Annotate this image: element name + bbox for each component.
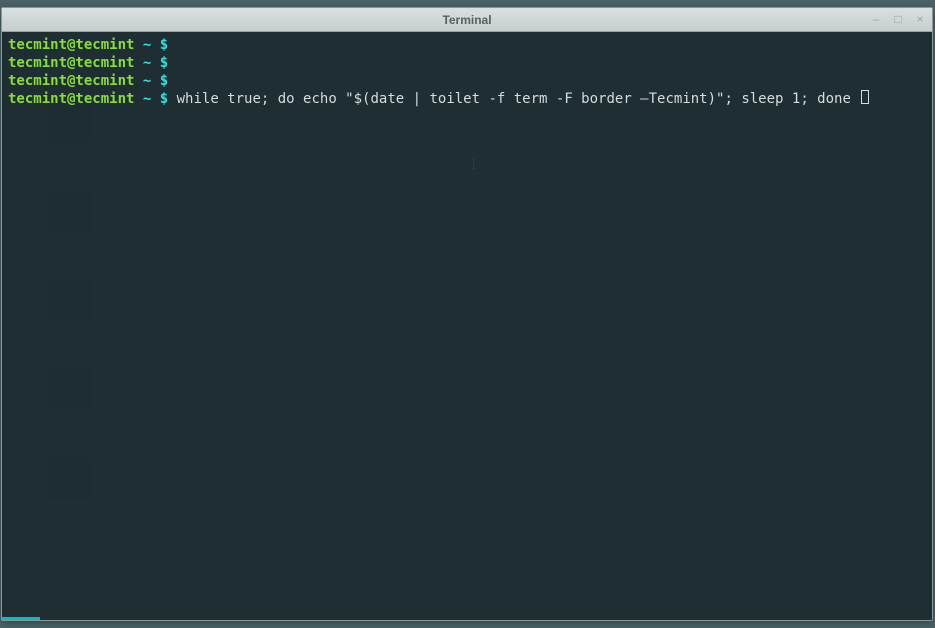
- accent-bar: [2, 617, 40, 620]
- prompt-tilde: ~: [134, 54, 159, 72]
- terminal-window[interactable]: Terminal – □ × tecmint@tecmint ~ $ tecmi…: [1, 7, 933, 621]
- minimize-button[interactable]: –: [868, 11, 884, 27]
- terminal-body[interactable]: tecmint@tecmint ~ $ tecmint@tecmint ~ $ …: [2, 32, 932, 620]
- close-button[interactable]: ×: [912, 11, 928, 27]
- prompt-user-host: tecmint@tecmint: [8, 36, 134, 54]
- prompt-user-host: tecmint@tecmint: [8, 54, 134, 72]
- prompt-user-host: tecmint@tecmint: [8, 90, 134, 108]
- prompt-line: tecmint@tecmint ~ $ while true; do echo …: [8, 90, 926, 108]
- maximize-button[interactable]: □: [890, 11, 906, 27]
- prompt-dollar: $: [160, 54, 168, 72]
- prompt-user-host: tecmint@tecmint: [8, 72, 134, 90]
- command-text: while true; do echo "$(date | toilet -f …: [168, 90, 859, 108]
- prompt-dollar: $: [160, 72, 168, 90]
- window-controls: – □ ×: [868, 11, 928, 27]
- prompt-line: tecmint@tecmint ~ $: [8, 54, 926, 72]
- prompt-dollar: $: [160, 90, 168, 108]
- window-title: Terminal: [442, 13, 491, 27]
- prompt-line: tecmint@tecmint ~ $: [8, 72, 926, 90]
- prompt-tilde: ~: [134, 90, 159, 108]
- prompt-tilde: ~: [134, 72, 159, 90]
- prompt-dollar: $: [160, 36, 168, 54]
- prompt-line: tecmint@tecmint ~ $: [8, 36, 926, 54]
- prompt-tilde: ~: [134, 36, 159, 54]
- titlebar[interactable]: Terminal – □ ×: [2, 8, 932, 32]
- ibeam-cursor-icon: I: [471, 156, 476, 174]
- terminal-cursor: [861, 90, 869, 104]
